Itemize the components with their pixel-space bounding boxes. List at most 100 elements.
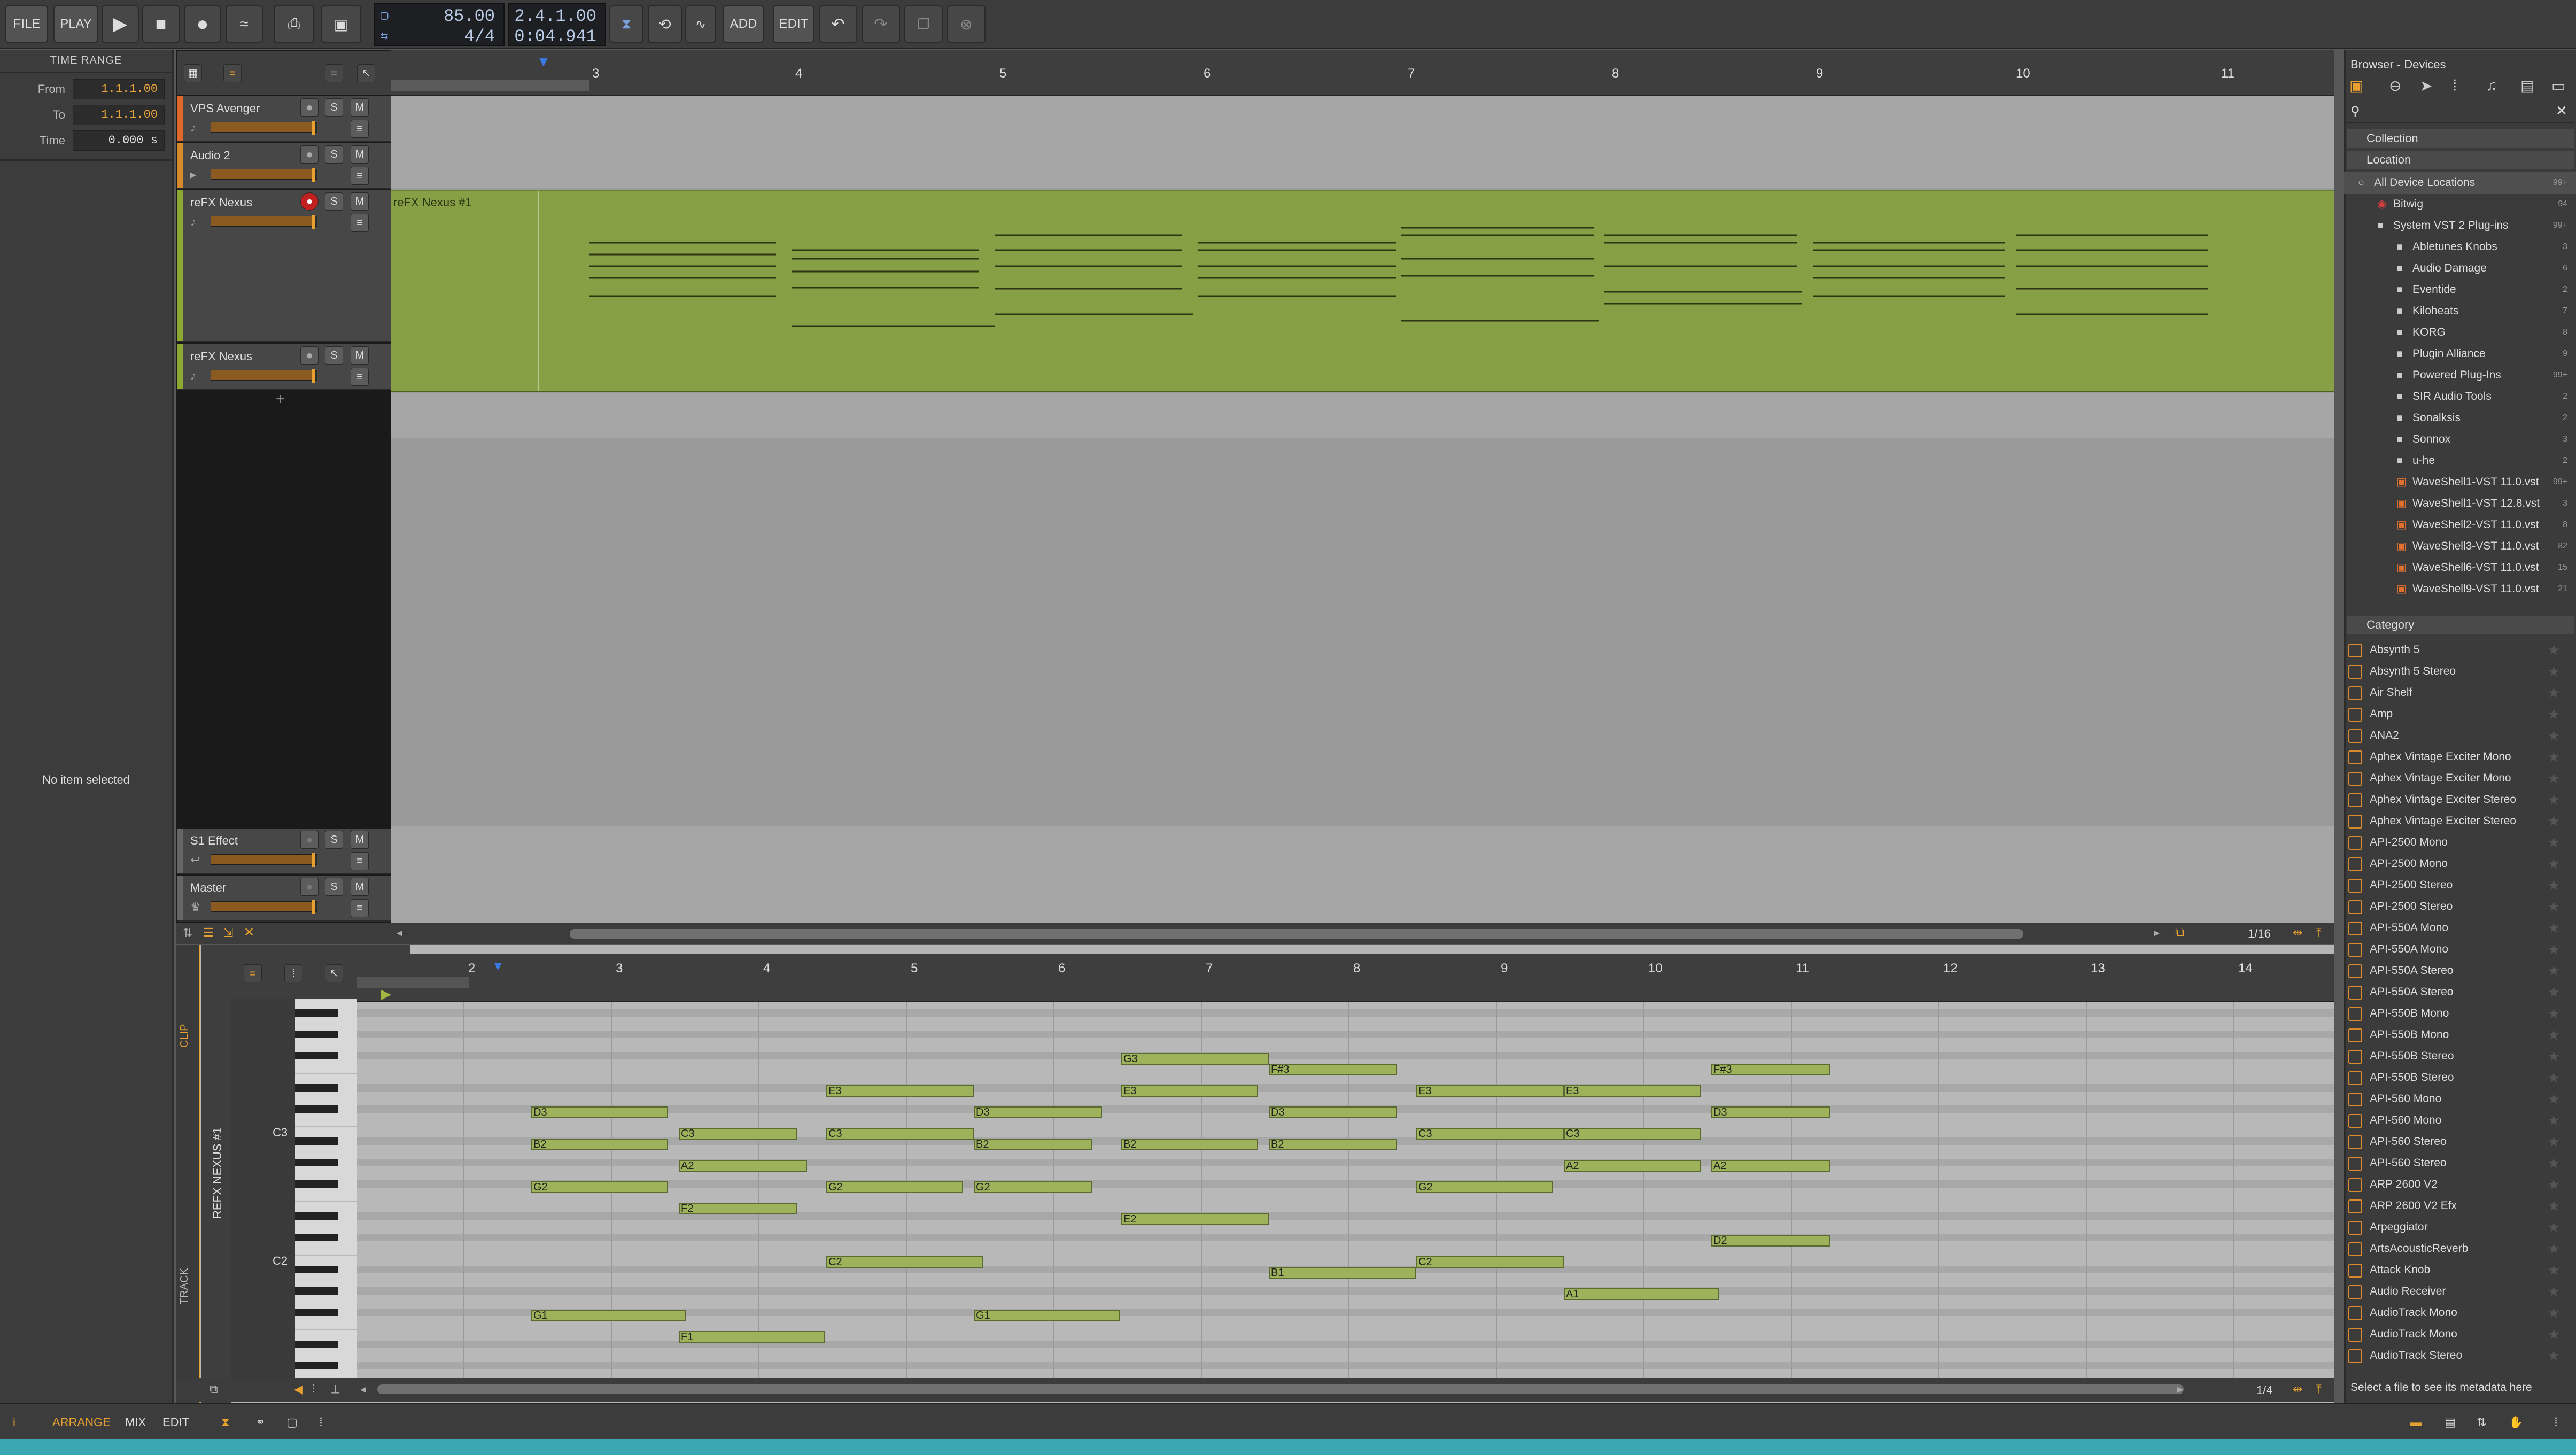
solo-button[interactable]: S <box>325 145 343 164</box>
volume-fader[interactable] <box>211 168 317 182</box>
location-item[interactable]: ▣ WaveShell9-VST 11.0.vst 21 <box>2344 578 2576 600</box>
midi-note[interactable]: A2 <box>1564 1160 1701 1172</box>
midi-note[interactable]: B2 <box>1121 1139 1258 1150</box>
category-item[interactable]: Aphex Vintage Exciter Stereo ★ <box>2344 810 2576 832</box>
track-tab[interactable]: TRACK <box>179 1268 191 1304</box>
mixer-icon[interactable]: ⦙ <box>320 1415 322 1429</box>
midi-note[interactable]: B2 <box>531 1139 668 1150</box>
midi-note[interactable]: A1 <box>1564 1288 1719 1300</box>
clip-start-marker-icon[interactable]: ▶ <box>381 986 391 1002</box>
track-menu-button[interactable]: ≡ <box>351 899 369 917</box>
category-item[interactable]: API-550A Mono ★ <box>2344 917 2576 939</box>
category-item[interactable]: API-560 Stereo ★ <box>2344 1152 2576 1174</box>
midi-note[interactable]: C3 <box>826 1128 974 1140</box>
volume-fader[interactable] <box>211 369 317 383</box>
midi-note[interactable]: F#3 <box>1269 1064 1397 1075</box>
zoom-fit-icon[interactable]: ⇹ <box>2293 1382 2302 1396</box>
loop-button[interactable]: ⟲ <box>648 5 682 43</box>
location-item[interactable]: ▣ WaveShell2-VST 11.0.vst 8 <box>2344 514 2576 536</box>
zoom-fit-icon[interactable]: ⇹ <box>2293 926 2302 940</box>
midi-note[interactable]: G1 <box>974 1310 1120 1321</box>
fold-icon[interactable]: ⇅ <box>183 926 192 940</box>
track-header-vps-avenger[interactable]: VPS Avenger ● S M ♪ ≡ <box>177 96 391 142</box>
midi-note[interactable]: E3 <box>826 1085 974 1097</box>
record-button[interactable]: ● <box>184 5 221 43</box>
effect-lanes[interactable] <box>391 826 2334 923</box>
location-item[interactable]: ■ Eventide 2 <box>2344 279 2576 300</box>
favorite-star-icon[interactable]: ★ <box>2548 1195 2560 1217</box>
play-button[interactable]: ▶ <box>102 5 139 43</box>
solo-button[interactable]: S <box>325 346 343 365</box>
category-item[interactable]: Absynth 5 Stereo ★ <box>2344 661 2576 682</box>
location-item[interactable]: ▣ WaveShell1-VST 11.0.vst 99+ <box>2344 471 2576 493</box>
favorite-star-icon[interactable]: ★ <box>2548 832 2560 853</box>
follow-icon[interactable]: ⤒ <box>2316 1382 2322 1396</box>
solo-button[interactable]: S <box>325 98 343 117</box>
midi-note[interactable]: C3 <box>679 1128 797 1140</box>
midi-note[interactable]: D3 <box>974 1106 1102 1118</box>
mute-button[interactable]: M <box>351 346 369 365</box>
scroll-right-icon[interactable]: ▸ <box>2177 1382 2183 1396</box>
clip-tab[interactable]: CLIP <box>179 1024 191 1048</box>
category-item[interactable]: Aphex Vintage Exciter Mono ★ <box>2344 768 2576 789</box>
track-header-audio-2[interactable]: Audio 2 ● S M ▸ ≡ <box>177 143 391 189</box>
favorite-star-icon[interactable]: ★ <box>2548 1259 2560 1281</box>
category-item[interactable]: API-2500 Mono ★ <box>2344 832 2576 853</box>
category-item[interactable]: ARP 2600 V2 Efx ★ <box>2344 1195 2576 1217</box>
location-item[interactable]: ■ Powered Plug-Ins 99+ <box>2344 365 2576 386</box>
midi-note[interactable]: C2 <box>826 1256 983 1268</box>
location-item[interactable]: ▣ WaveShell3-VST 11.0.vst 82 <box>2344 536 2576 557</box>
favorite-star-icon[interactable]: ★ <box>2548 1174 2560 1195</box>
category-item[interactable]: Aphex Vintage Exciter Stereo ★ <box>2344 789 2576 810</box>
automation-panel-icon[interactable]: ⧗ <box>221 1415 229 1429</box>
settings-panel-icon[interactable]: ⇅ <box>2477 1415 2486 1429</box>
category-item[interactable]: API-550B Mono ★ <box>2344 1024 2576 1046</box>
category-item[interactable]: API-2500 Stereo ★ <box>2344 896 2576 917</box>
samples-tab-icon[interactable]: ⦙ <box>2453 77 2456 95</box>
location-item[interactable]: ■ Sonnox 3 <box>2344 429 2576 450</box>
midi-note[interactable]: B1 <box>1269 1267 1416 1279</box>
modulators-tab-icon[interactable]: ➤ <box>2420 77 2432 95</box>
track-menu-button[interactable]: ≡ <box>351 120 369 138</box>
drum-view-button[interactable]: ⦙ <box>284 964 302 982</box>
midi-note[interactable]: G2 <box>826 1181 963 1193</box>
category-item[interactable]: Absynth 5 ★ <box>2344 639 2576 661</box>
favorite-star-icon[interactable]: ★ <box>2548 1088 2560 1110</box>
location-item[interactable]: ■ KORG 8 <box>2344 322 2576 343</box>
category-item[interactable]: API-2500 Stereo ★ <box>2344 874 2576 896</box>
favorite-star-icon[interactable]: ★ <box>2548 896 2560 917</box>
midi-note[interactable]: G3 <box>1121 1053 1269 1065</box>
favorite-star-icon[interactable]: ★ <box>2548 853 2560 874</box>
clip-launcher-icon[interactable]: ▢ <box>286 1415 298 1429</box>
horizontal-scrollbar[interactable] <box>570 929 2023 939</box>
volume-fader[interactable] <box>211 853 317 867</box>
hand-icon[interactable]: ✋ <box>2509 1415 2523 1429</box>
velocity-icon[interactable]: ⫶ <box>312 1382 315 1396</box>
scroll-right-icon[interactable]: ▸ <box>2154 926 2160 940</box>
mute-button[interactable]: M <box>351 98 369 117</box>
arranger-timeline[interactable]: reFX Nexus #1 <box>391 50 2334 923</box>
track-header-master[interactable]: Master ● S M ♛ ≡ <box>177 876 391 922</box>
file-menu-button[interactable]: FILE <box>5 5 48 43</box>
solo-button[interactable]: S <box>325 192 343 211</box>
groove-button[interactable]: ∿ <box>685 5 716 43</box>
arm-button-active[interactable]: ● <box>300 192 319 211</box>
favorite-star-icon[interactable]: ★ <box>2548 917 2560 939</box>
category-item[interactable]: Attack Knob ★ <box>2344 1259 2576 1281</box>
follow-icon[interactable]: ⤒ <box>2316 926 2322 940</box>
category-item[interactable]: API-550A Stereo ★ <box>2344 960 2576 981</box>
location-item[interactable]: ○ All Device Locations 99+ <box>2344 172 2576 194</box>
devices-tab-icon[interactable]: ▣ <box>2349 77 2363 95</box>
file-panel-icon[interactable]: ▤ <box>2445 1415 2456 1429</box>
category-section-header[interactable]: Category <box>2347 616 2574 634</box>
track-menu-button[interactable]: ≡ <box>351 214 369 232</box>
category-item[interactable]: API-550B Stereo ★ <box>2344 1046 2576 1067</box>
mute-button[interactable]: M <box>351 831 369 849</box>
snap-icon[interactable]: ⧉ <box>2175 925 2184 940</box>
delete-button[interactable]: ⊗ <box>947 5 986 43</box>
mute-button[interactable]: M <box>351 192 369 211</box>
copy-button[interactable]: ❐ <box>904 5 943 43</box>
category-item[interactable]: API-550A Stereo ★ <box>2344 981 2576 1003</box>
track-header-s1-effect[interactable]: S1 Effect ● S M ↩ ≡ <box>177 829 391 874</box>
solo-button[interactable]: S <box>325 831 343 849</box>
